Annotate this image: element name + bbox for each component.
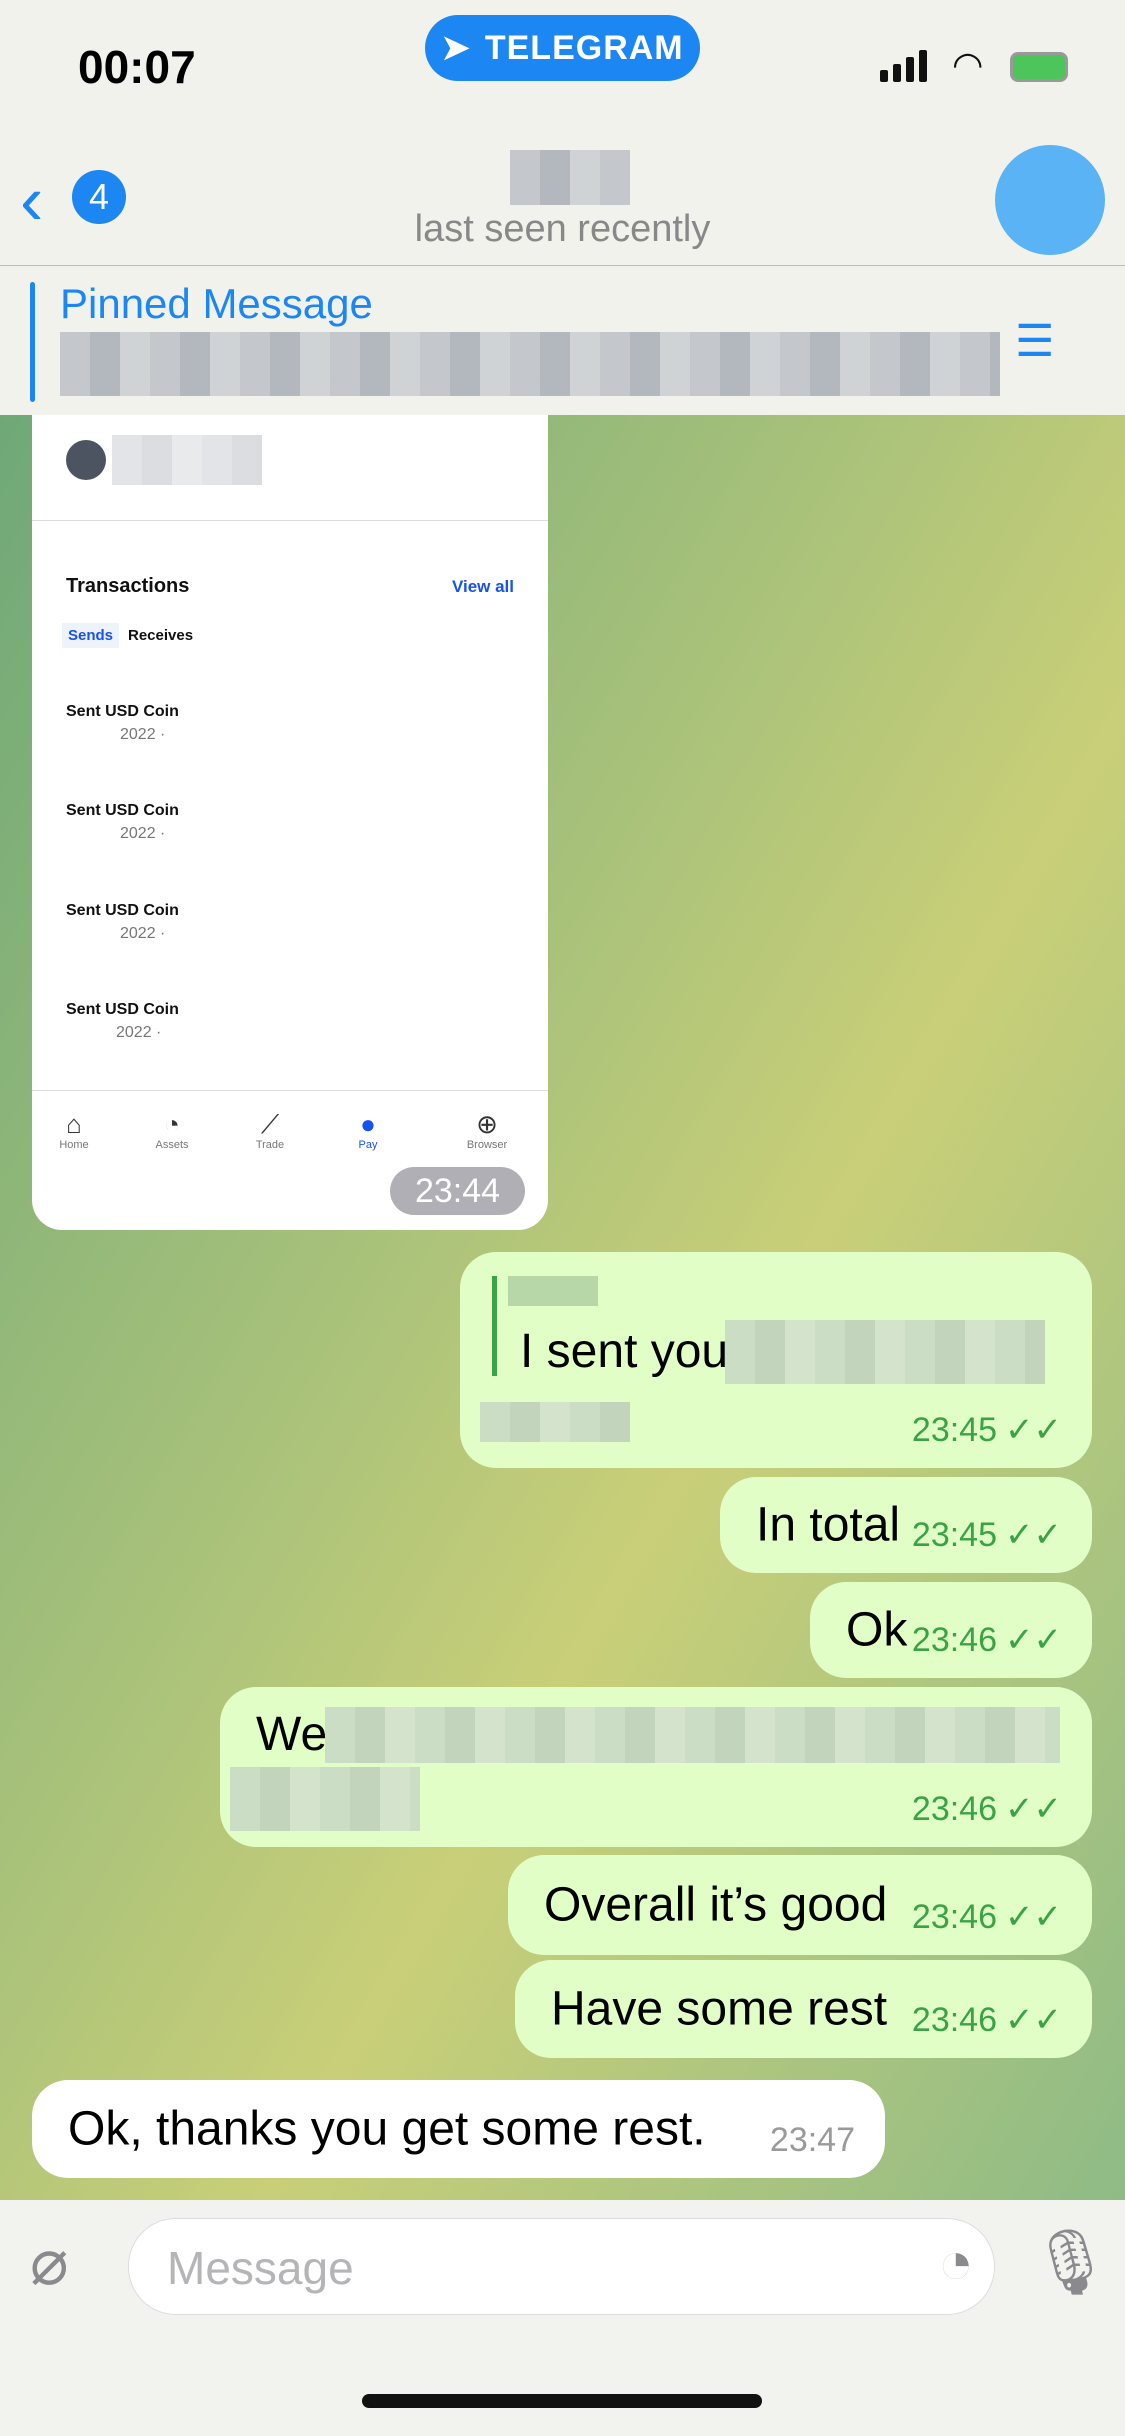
wallet-name-blurred xyxy=(112,435,262,485)
telegram-pill[interactable]: ➤ TELEGRAM xyxy=(425,15,700,81)
tab-sends: Sends xyxy=(62,623,120,648)
divider xyxy=(32,520,548,521)
message-text: Ok xyxy=(846,1603,908,1657)
paper-plane-icon: ➤ xyxy=(441,29,471,67)
message-text: Overall it’s good xyxy=(544,1878,888,1932)
message-text: Ok, thanks you get some rest. xyxy=(68,2102,706,2156)
message-time: 23:46 xyxy=(911,1789,998,1828)
nav-home: ⌂ Home xyxy=(34,1110,114,1151)
status-time: 00:07 xyxy=(78,41,196,93)
contact-name-blurred[interactable] xyxy=(510,150,630,205)
message-time: 23:45 xyxy=(911,1515,998,1554)
wifi-icon: ◠ xyxy=(952,44,984,85)
tx-row-date: 2022 · xyxy=(120,925,166,942)
pay-icon: ● xyxy=(360,1109,376,1139)
home-icon: ⌂ xyxy=(66,1109,82,1139)
double-check-icon: ✓✓ xyxy=(1005,1898,1062,1936)
double-check-icon: ✓✓ xyxy=(1005,1621,1062,1659)
double-check-icon: ✓✓ xyxy=(1005,1411,1062,1449)
outgoing-message[interactable]: Ok 23:46 ✓✓ xyxy=(810,1582,1092,1678)
last-seen: last seen recently xyxy=(414,208,711,250)
image-message[interactable]: Transactions View all Sends Receives Sen… xyxy=(32,415,548,1230)
reply-bar xyxy=(492,1276,497,1376)
pinned-bar[interactable]: Pinned Message ☰ xyxy=(0,266,1125,415)
message-time: 23:47 xyxy=(769,2121,855,2159)
attach-icon[interactable]: ⌀ xyxy=(30,2225,69,2300)
message-placeholder: Message xyxy=(167,2242,354,2294)
blurred-text xyxy=(480,1402,630,1442)
home-indicator xyxy=(362,2394,762,2408)
tx-row-title: Sent USD Coin xyxy=(66,902,179,919)
outgoing-message[interactable]: I sent you 23:45 ✓✓ xyxy=(460,1252,1092,1468)
message-time: 23:46 xyxy=(911,2000,998,2039)
tab-receives: Receives xyxy=(128,627,194,644)
tx-row-date: 2022 · xyxy=(120,726,166,743)
blurred-text xyxy=(230,1767,420,1831)
message-text: In total xyxy=(756,1498,901,1552)
trend-icon: ⟋ xyxy=(260,1109,280,1139)
pin-list-icon[interactable]: ☰ xyxy=(1015,316,1054,367)
microphone-icon[interactable]: 🎙 xyxy=(1030,2225,1111,2300)
tx-row-title: Sent USD Coin xyxy=(66,703,179,720)
pinned-title: Pinned Message xyxy=(60,280,373,327)
nav-trade: ⟋ Trade xyxy=(230,1110,310,1151)
transactions-title: Transactions xyxy=(66,575,190,597)
message-text: Have some rest xyxy=(551,1982,888,2036)
battery-icon xyxy=(1010,52,1068,82)
message-time: 23:46 xyxy=(911,1620,998,1659)
wallet-icon xyxy=(66,440,106,480)
blurred-text xyxy=(325,1707,1060,1763)
divider xyxy=(32,1090,548,1091)
view-all-link: View all xyxy=(451,577,514,596)
pinned-indicator xyxy=(30,282,35,402)
pill-label: TELEGRAM xyxy=(484,28,684,67)
globe-icon: ⊕ xyxy=(476,1109,498,1139)
sticker-icon[interactable]: ◔ xyxy=(938,2233,974,2293)
pie-chart-icon: ◔ xyxy=(164,1109,180,1139)
avatar[interactable] xyxy=(995,145,1105,255)
outgoing-message[interactable]: Have some rest 23:46 ✓✓ xyxy=(515,1960,1092,2058)
double-check-icon: ✓✓ xyxy=(1005,1790,1062,1828)
outgoing-message[interactable]: In total 23:45 ✓✓ xyxy=(720,1477,1092,1573)
outgoing-message[interactable]: We 23:46 ✓✓ xyxy=(220,1687,1092,1847)
message-time: 23:44 xyxy=(390,1167,525,1215)
tx-row-title: Sent USD Coin xyxy=(66,802,179,819)
pinned-text-blurred xyxy=(60,332,1000,396)
message-input[interactable]: Message ◔ xyxy=(128,2218,995,2315)
outgoing-message[interactable]: Overall it’s good 23:46 ✓✓ xyxy=(508,1855,1092,1955)
nav-browser: ⊕ Browser xyxy=(447,1110,527,1151)
message-time: 23:45 xyxy=(911,1410,998,1449)
tx-row-date: 2022 · xyxy=(116,1024,162,1041)
message-text: We xyxy=(256,1708,328,1761)
reply-author-blurred xyxy=(508,1276,598,1306)
message-text: I sent you xyxy=(520,1325,729,1378)
double-check-icon: ✓✓ xyxy=(1005,1516,1062,1554)
message-time: 23:46 xyxy=(911,1897,998,1936)
nav-assets: ◔ Assets xyxy=(132,1110,212,1151)
blurred-text xyxy=(725,1320,1045,1384)
incoming-message[interactable]: Ok, thanks you get some rest. 23:47 xyxy=(32,2080,885,2178)
tx-row-date: 2022 · xyxy=(120,825,166,842)
double-check-icon: ✓✓ xyxy=(1005,2001,1062,2039)
nav-pay: ● Pay xyxy=(328,1110,408,1151)
signal-icon xyxy=(880,50,927,82)
tx-row-title: Sent USD Coin xyxy=(66,1001,179,1018)
